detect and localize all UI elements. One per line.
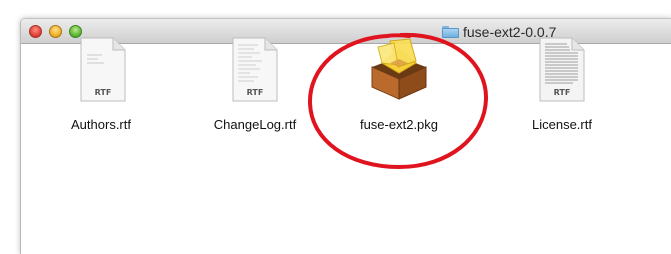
rtf-badge: RTF <box>247 88 264 97</box>
file-name-label: ChangeLog.rtf <box>213 117 297 132</box>
rtf-document-icon: RTF <box>539 37 585 102</box>
close-button[interactable] <box>29 25 42 38</box>
highlight-circle <box>307 32 489 170</box>
file-name-label: License.rtf <box>532 117 592 132</box>
rtf-document-icon: RTF <box>232 37 278 102</box>
rtf-badge: RTF <box>95 88 112 97</box>
file-item-changelog[interactable]: RTF ChangeLog.rtf <box>200 37 310 137</box>
file-item-authors[interactable]: RTF Authors.rtf <box>46 37 156 137</box>
rtf-badge: RTF <box>554 88 571 97</box>
file-item-license[interactable]: RTF License.rtf <box>507 37 617 137</box>
file-name-label: Authors.rtf <box>71 117 131 132</box>
rtf-document-icon: RTF <box>80 37 126 102</box>
